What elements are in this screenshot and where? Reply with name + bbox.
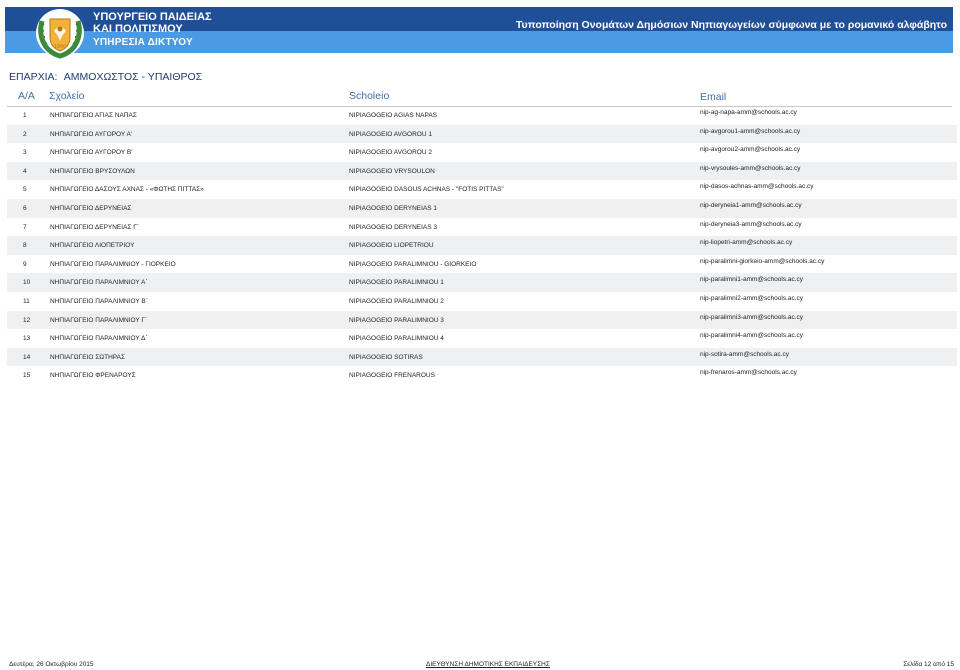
school-name: ΝΗΠΙΑΓΩΓΕΙΟ ΔΕΡΥΝΕΙΑΣ xyxy=(50,204,132,212)
column-header-email: Email xyxy=(700,91,727,103)
row-number: 11 xyxy=(23,297,30,305)
table-row: 4 ΝΗΠΙΑΓΩΓΕΙΟ ΒΡΥΣΟΥΛΩΝ NIPIAGOGEIO VRYS… xyxy=(7,161,957,181)
row-number: 9 xyxy=(23,260,27,268)
school-name: ΝΗΠΙΑΓΩΓΕΙΟ ΠΑΡΑΛΙΜΝΙΟΥ Γ΄ xyxy=(50,316,148,324)
school-name: ΝΗΠΙΑΓΩΓΕΙΟ ΠΑΡΑΛΙΜΝΙΟΥ Δ΄ xyxy=(50,335,148,343)
school-name-latin: NIPIAGOGEIO VRYSOULON xyxy=(349,167,435,175)
school-name-latin: NIPIAGOGEIO AVGOROU 1 xyxy=(349,130,432,138)
district-value: ΑΜΜΟΧΩΣΤΟΣ - ΥΠΑΙΘΡΟΣ xyxy=(63,71,203,83)
table-row: 11 ΝΗΠΙΑΓΩΓΕΙΟ ΠΑΡΑΛΙΜΝΙΟΥ Β΄ NIPIAGOGEI… xyxy=(7,292,957,311)
school-email: nip-ag-napa-amm@schools.ac.cy xyxy=(700,109,797,116)
school-email: nip-deryneia1-amm@schools.ac.cy xyxy=(700,201,802,209)
row-number: 12 xyxy=(23,316,31,324)
table-row: 14 ΝΗΠΙΑΓΩΓΕΙΟ ΣΩΤΗΡΑΣ NIPIAGOGEIO SOTIR… xyxy=(7,347,957,367)
school-name: ΝΗΠΙΑΓΩΓΕΙΟ ΔΕΡΥΝΕΙΑΣ Γ΄ xyxy=(50,223,139,231)
ministry-line-2: ΚΑΙ ΠΟΛΙΤΙΣΜΟΥ xyxy=(93,23,183,35)
column-header-school: Σχολείο xyxy=(49,90,85,102)
school-email: nip-frenaros-amm@schools.ac.cy xyxy=(700,369,797,377)
school-name-latin: NIPIAGOGEIO LIOPETRIOU xyxy=(349,242,434,250)
school-email: nip-paralimni-giorkeio-amm@schools.ac.cy xyxy=(700,257,825,265)
school-email: nip-paralimni4-amm@schools.ac.cy xyxy=(700,332,804,340)
district-heading: ΕΠΑΡΧΙΑ: ΑΜΜΟΧΩΣΤΟΣ - ΥΠΑΙΘΡΟΣ xyxy=(9,71,202,83)
school-name-latin: NIPIAGOGEIO PARALIMNIOU - GIORKEIO xyxy=(349,260,477,268)
school-name: ΝΗΠΙΑΓΩΓΕΙΟ ΠΑΡΑΛΙΜΝΙΟΥ - ΓΙΟΡΚΕΙΟ xyxy=(50,260,176,268)
school-email: nip-sotira-amm@schools.ac.cy xyxy=(700,350,789,358)
header-tagline: Τυποποίηση Ονομάτων Δημόσιων Νηπιαγωγείω… xyxy=(515,19,947,31)
school-name-latin: NIPIAGOGEIO AVGOROU 2 xyxy=(349,149,432,157)
footer-department: ΔΙΕΥΘΥΝΣΗ ΔΗΜΟΤΙΚΗΣ ΕΚΠΑΙΔΕΥΣΗΣ xyxy=(426,661,550,668)
row-number: 14 xyxy=(23,353,31,361)
school-email: nip-paralimni1-amm@schools.ac.cy xyxy=(700,276,804,284)
school-email: nip-paralimni3-amm@schools.ac.cy xyxy=(700,313,804,321)
footer-date: Δευτέρα, 26 Οκτωβρίου 2015 xyxy=(9,661,94,668)
table-row: 15 ΝΗΠΙΑΓΩΓΕΙΟ ΦΡΕΝΑΡΟΥΣ NIPIAGOGEIO FRE… xyxy=(7,366,957,385)
row-number: 8 xyxy=(23,242,27,250)
row-number: 5 xyxy=(23,186,27,194)
row-number: 2 xyxy=(23,130,27,138)
table-row: 7 ΝΗΠΙΑΓΩΓΕΙΟ ΔΕΡΥΝΕΙΑΣ Γ΄ NIPIAGOGEIO D… xyxy=(7,218,957,237)
school-name: ΝΗΠΙΑΓΩΓΕΙΟ ΑΓΙΑΣ ΝΑΠΑΣ xyxy=(50,112,137,119)
school-name: ΝΗΠΙΑΓΩΓΕΙΟ ΔΑΣΟΥΣ ΑΧΝΑΣ - «ΦΩΤΗΣ ΠΙΤΤΑΣ… xyxy=(50,186,204,194)
school-table-body: 1 ΝΗΠΙΑΓΩΓΕΙΟ ΑΓΙΑΣ ΝΑΠΑΣ NIPIAGOGEIO AG… xyxy=(7,106,957,385)
district-label: ΕΠΑΡΧΙΑ: xyxy=(9,71,58,83)
svg-text:1960: 1960 xyxy=(54,44,67,50)
school-name: ΝΗΠΙΑΓΩΓΕΙΟ ΛΙΟΠΕΤΡΙΟΥ xyxy=(50,242,135,250)
row-number: 6 xyxy=(23,204,27,212)
school-email: nip-deryneia3-amm@schools.ac.cy xyxy=(700,220,802,228)
school-name: ΝΗΠΙΑΓΩΓΕΙΟ ΑΥΓΟΡΟΥ Α' xyxy=(50,130,133,138)
ministry-name: ΥΠΟΥΡΓΕΙΟ ΠΑΙΔΕΙΑΣ ΚΑΙ ΠΟΛΙΤΙΣΜΟΥ xyxy=(93,11,212,35)
footer-page-number: Σελίδα 12 από 15 xyxy=(903,661,954,668)
school-email: nip-liopetri-amm@schools.ac.cy xyxy=(700,239,793,247)
school-name-latin: NIPIAGOGEIO DASOUS ACHNAS - "FOTIS PITTA… xyxy=(349,186,504,194)
school-name-latin: NIPIAGOGEIO SOTIRAS xyxy=(349,353,423,361)
table-row: 1 ΝΗΠΙΑΓΩΓΕΙΟ ΑΓΙΑΣ ΝΑΠΑΣ NIPIAGOGEIO AG… xyxy=(7,106,957,125)
table-row: 13 ΝΗΠΙΑΓΩΓΕΙΟ ΠΑΡΑΛΙΜΝΙΟΥ Δ΄ NIPIAGOGEI… xyxy=(7,329,957,348)
row-number: 3 xyxy=(23,149,27,157)
row-number: 10 xyxy=(23,279,31,287)
school-name-latin: NIPIAGOGEIO FRENAROUS xyxy=(349,372,435,380)
table-row: 5 ΝΗΠΙΑΓΩΓΕΙΟ ΔΑΣΟΥΣ ΑΧΝΑΣ - «ΦΩΤΗΣ ΠΙΤΤ… xyxy=(7,180,957,199)
school-name: ΝΗΠΙΑΓΩΓΕΙΟ ΠΑΡΑΛΙΜΝΙΟΥ Α΄ xyxy=(50,279,148,287)
table-row: 6 ΝΗΠΙΑΓΩΓΕΙΟ ΔΕΡΥΝΕΙΑΣ NIPIAGOGEIO DERY… xyxy=(7,198,957,218)
column-header-number: Α/Α xyxy=(18,90,35,102)
school-name: ΝΗΠΙΑΓΩΓΕΙΟ ΠΑΡΑΛΙΜΝΙΟΥ Β΄ xyxy=(50,297,148,305)
row-number: 1 xyxy=(23,112,27,119)
school-name-latin: NIPIAGOGEIO PARALIMNIOU 1 xyxy=(349,279,444,287)
row-number: 7 xyxy=(23,223,27,231)
column-header-scholeio: Scholeio xyxy=(349,90,390,102)
school-name: ΝΗΠΙΑΓΩΓΕΙΟ ΣΩΤΗΡΑΣ xyxy=(50,353,125,361)
school-email: nip-paralimni2-amm@schools.ac.cy xyxy=(700,294,804,302)
cyprus-coat-of-arms-icon: 1960 xyxy=(36,9,84,59)
school-email: nip-vrysoules-amm@schools.ac.cy xyxy=(700,164,801,172)
school-name-latin: NIPIAGOGEIO AGIAS NAPAS xyxy=(349,112,438,119)
school-name-latin: NIPIAGOGEIO PARALIMNIOU 3 xyxy=(349,316,444,324)
school-name-latin: NIPIAGOGEIO DERYNEIAS 3 xyxy=(349,223,438,231)
row-number: 13 xyxy=(23,335,31,343)
table-row: 8 ΝΗΠΙΑΓΩΓΕΙΟ ΛΙΟΠΕΤΡΙΟΥ NIPIAGOGEIO LIO… xyxy=(7,236,957,255)
table-header: Α/Α Σχολείο Scholeio Email xyxy=(7,87,952,107)
school-name: ΝΗΠΙΑΓΩΓΕΙΟ ΦΡΕΝΑΡΟΥΣ xyxy=(50,372,136,380)
school-name-latin: NIPIAGOGEIO PARALIMNIOU 4 xyxy=(349,335,444,343)
school-name-latin: NIPIAGOGEIO DERYNEIAS 1 xyxy=(349,204,438,212)
school-email: nip-avgorou1-amm@schools.ac.cy xyxy=(700,127,801,135)
table-row: 10 ΝΗΠΙΑΓΩΓΕΙΟ ΠΑΡΑΛΙΜΝΙΟΥ Α΄ NIPIAGOGEI… xyxy=(7,273,957,292)
school-name: ΝΗΠΙΑΓΩΓΕΙΟ ΑΥΓΟΡΟΥ Β' xyxy=(50,149,133,157)
service-name: ΥΠΗΡΕΣΙΑ ΔΙΚΤΥΟΥ xyxy=(93,37,193,48)
ministry-line-1: ΥΠΟΥΡΓΕΙΟ ΠΑΙΔΕΙΑΣ xyxy=(93,11,212,23)
school-email: nip-dasos-achnas-amm@schools.ac.cy xyxy=(700,183,814,191)
header-banner: 1960 ΥΠΟΥΡΓΕΙΟ ΠΑΙΔΕΙΑΣ ΚΑΙ ΠΟΛΙΤΙΣΜΟΥ Υ… xyxy=(5,7,953,59)
row-number: 4 xyxy=(23,167,27,175)
table-row: 12 ΝΗΠΙΑΓΩΓΕΙΟ ΠΑΡΑΛΙΜΝΙΟΥ Γ΄ NIPIAGOGEI… xyxy=(7,310,957,330)
school-name-latin: NIPIAGOGEIO PARALIMNIOU 2 xyxy=(349,297,444,305)
school-email: nip-avgorou2-amm@schools.ac.cy xyxy=(700,146,801,154)
row-number: 15 xyxy=(23,372,31,380)
school-name: ΝΗΠΙΑΓΩΓΕΙΟ ΒΡΥΣΟΥΛΩΝ xyxy=(50,167,135,175)
table-row: 3 ΝΗΠΙΑΓΩΓΕΙΟ ΑΥΓΟΡΟΥ Β' NIPIAGOGEIO AVG… xyxy=(7,143,957,162)
table-row: 9 ΝΗΠΙΑΓΩΓΕΙΟ ΠΑΡΑΛΙΜΝΙΟΥ - ΓΙΟΡΚΕΙΟ NIP… xyxy=(7,255,957,274)
table-row: 2 ΝΗΠΙΑΓΩΓΕΙΟ ΑΥΓΟΡΟΥ Α' NIPIAGOGEIO AVG… xyxy=(7,124,957,144)
